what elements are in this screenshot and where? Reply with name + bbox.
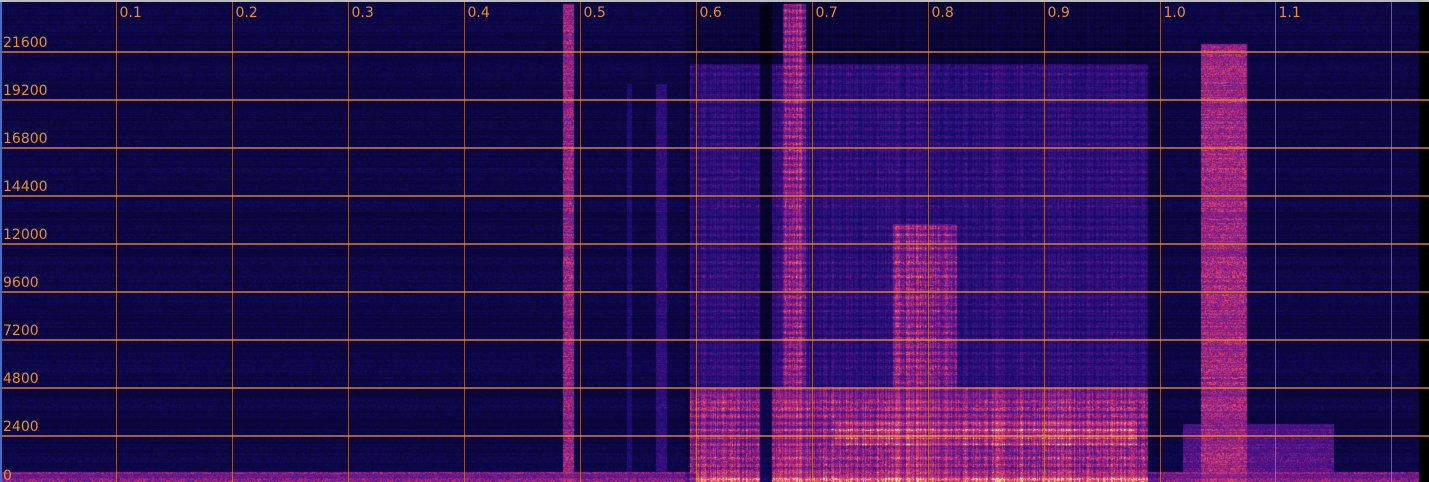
y-tick-label: 19200 <box>3 83 48 99</box>
y-tick-label: 12000 <box>3 227 48 243</box>
y-tick-label: 21600 <box>3 35 48 51</box>
x-tick-label: 0.8 <box>932 5 954 21</box>
y-tick-label: 16800 <box>3 131 48 147</box>
x-tick-label: 0.3 <box>352 5 374 21</box>
y-tick-label: 2400 <box>3 419 39 435</box>
spectrogram-grid: 0 2400 4800 7200 9600 12000 14400 16800 19200 216… <box>2 2 1429 482</box>
x-tick-label: 0.1 <box>120 5 142 21</box>
x-tick-label: 0.9 <box>1048 5 1070 21</box>
x-tick-label: 0.5 <box>584 5 606 21</box>
y-tick-label: 4800 <box>3 371 39 387</box>
spectrogram-view[interactable]: 0 2400 4800 7200 9600 12000 14400 16800 19200 216… <box>0 0 1429 482</box>
y-tick-label: 0 <box>3 468 12 482</box>
x-tick-label: 0.7 <box>816 5 838 21</box>
x-tick-label: 0.2 <box>236 5 258 21</box>
y-tick-label: 7200 <box>3 323 39 339</box>
y-tick-label: 9600 <box>3 275 39 291</box>
x-tick-label: 1.0 <box>1164 5 1186 21</box>
x-tick-label: 0.6 <box>700 5 722 21</box>
y-tick-label: 14400 <box>3 179 48 195</box>
x-tick-label: 0.4 <box>468 5 490 21</box>
x-tick-label: 1.1 <box>1279 5 1301 21</box>
